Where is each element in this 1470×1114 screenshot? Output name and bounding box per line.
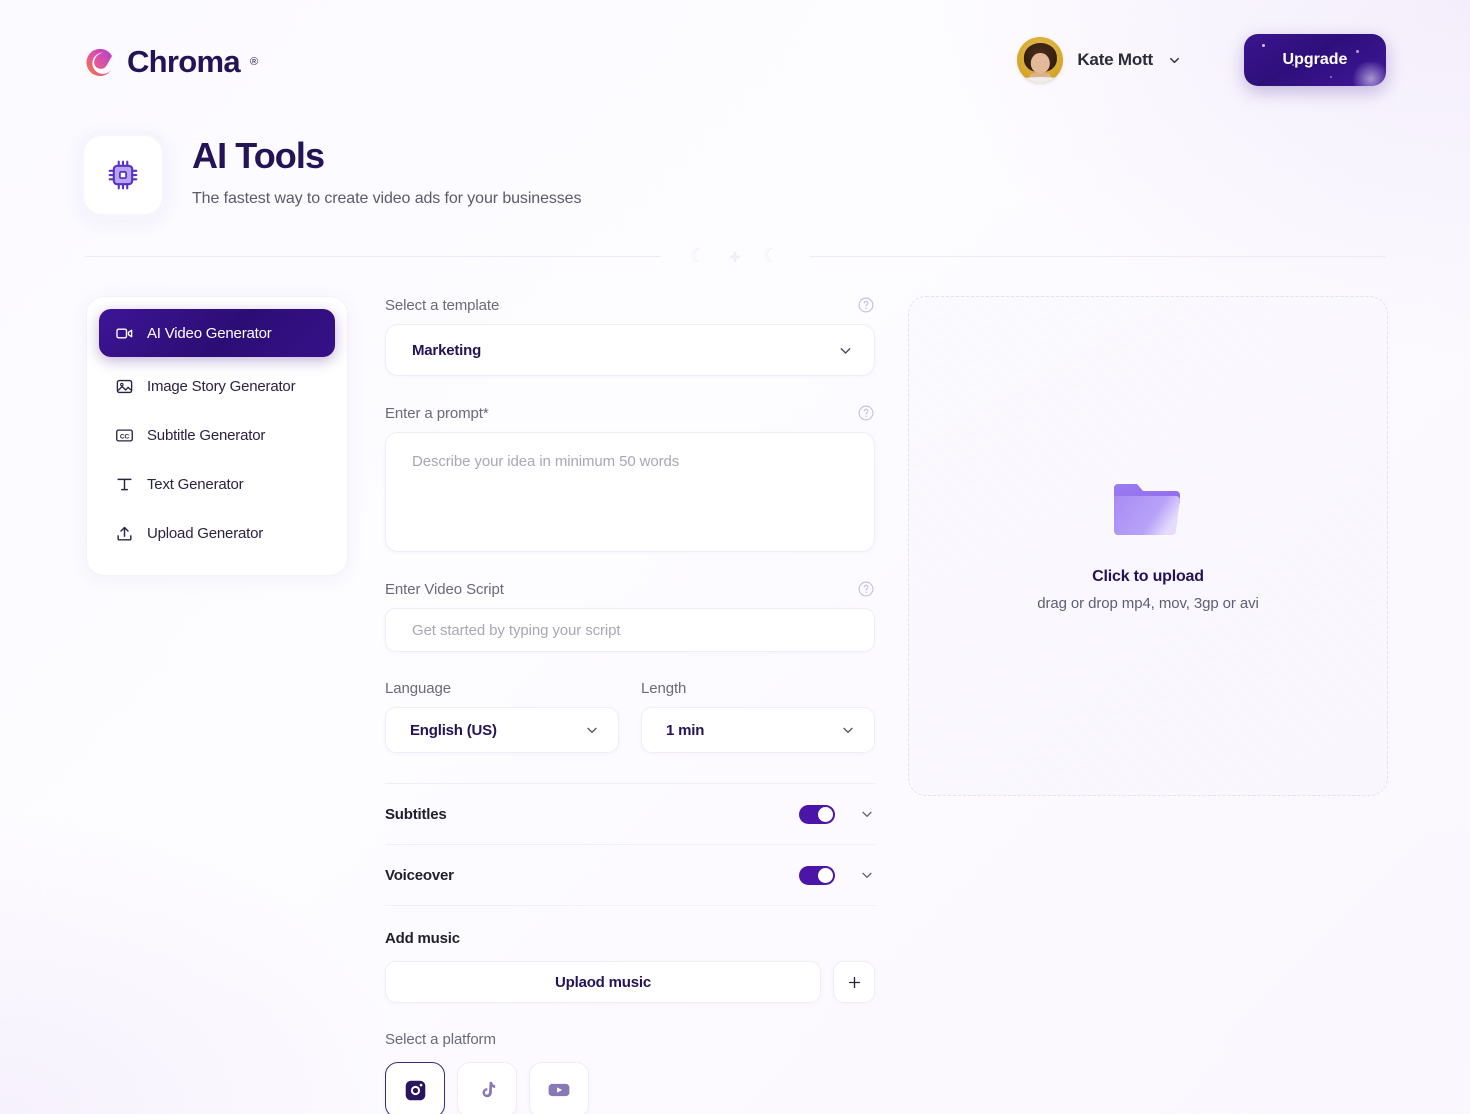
voiceover-label: Voiceover — [385, 866, 454, 884]
image-icon — [115, 377, 134, 396]
music-row: Uplaod music — [385, 961, 875, 1003]
brand-logo[interactable]: Chroma ® — [84, 40, 258, 80]
length-value: 1 min — [666, 721, 705, 739]
avatar — [1017, 37, 1064, 83]
upgrade-button[interactable]: Upgrade — [1244, 34, 1386, 86]
app-header: Chroma ® Kate Mott Upgrade — [0, 0, 1470, 120]
prompt-input[interactable]: Describe your idea in minimum 50 words — [385, 432, 875, 552]
template-label-row: Select a template — [385, 296, 875, 314]
tiktok-icon — [482, 1081, 495, 1097]
question-circle-icon[interactable] — [857, 296, 875, 314]
sidebar-item-label: Upload Generator — [147, 524, 264, 542]
upgrade-button-label: Upgrade — [1282, 51, 1348, 68]
language-length-row: Language English (US) Length 1 min — [385, 680, 875, 753]
script-label-row: Enter Video Script — [385, 580, 875, 598]
question-circle-icon[interactable] — [857, 404, 875, 422]
sidebar-item-label: AI Video Generator — [147, 324, 272, 342]
template-select[interactable]: Marketing — [385, 324, 875, 376]
divider-decoration: ☾ ✚ ☾ — [690, 246, 780, 267]
folder-icon — [1114, 484, 1180, 535]
tools-sidebar: AI Video Generator Image Story Generator… — [86, 296, 348, 576]
question-circle-icon[interactable] — [857, 580, 875, 598]
user-name: Kate Mott — [1077, 50, 1153, 69]
registered-mark: ® — [249, 56, 259, 68]
section-divider: ☾ ✚ ☾ — [84, 247, 1387, 266]
platform-option-youtube[interactable] — [529, 1062, 589, 1114]
platform-option-tiktok[interactable] — [457, 1062, 517, 1114]
dropzone-title: Click to upload — [1092, 568, 1204, 585]
length-select[interactable]: 1 min — [641, 707, 875, 753]
brand-name: Chroma — [127, 44, 241, 79]
instagram-icon — [405, 1080, 425, 1100]
page-header: AI Tools The fastest way to create video… — [78, 130, 581, 220]
closed-caption-icon: CC — [115, 426, 134, 445]
sidebar-item-ai-video-generator[interactable]: AI Video Generator — [99, 309, 335, 357]
sidebar-item-subtitle-generator[interactable]: CC Subtitle Generator — [99, 412, 335, 458]
chevron-down-icon[interactable] — [840, 722, 856, 738]
template-label: Select a template — [385, 296, 500, 314]
plus-icon — [848, 976, 860, 988]
chevron-down-icon[interactable] — [1167, 53, 1182, 68]
platform-options — [385, 1062, 875, 1114]
subtitles-label: Subtitles — [385, 805, 447, 823]
header-actions: Kate Mott Upgrade — [1017, 34, 1386, 86]
template-value: Marketing — [412, 341, 482, 359]
upload-music-button[interactable]: Uplaod music — [385, 961, 821, 1003]
music-label: Add music — [385, 930, 460, 947]
chevron-down-icon[interactable] — [859, 867, 875, 883]
length-label: Length — [641, 680, 687, 697]
language-select[interactable]: English (US) — [385, 707, 619, 753]
prompt-label-row: Enter a prompt* — [385, 404, 875, 422]
user-menu[interactable]: Kate Mott — [1017, 37, 1182, 83]
script-input[interactable]: Get started by typing your script — [385, 608, 875, 652]
chip-icon — [108, 160, 138, 190]
chroma-swirl-logo — [84, 45, 118, 79]
sidebar-item-label: Text Generator — [147, 475, 244, 493]
page-title: AI Tools — [192, 135, 325, 176]
svg-text:CC: CC — [120, 433, 130, 440]
subtitles-row: Subtitles — [385, 784, 875, 844]
generator-form: Select a template Marketing Enter a prom… — [385, 296, 875, 1114]
chevron-down-icon[interactable] — [859, 806, 875, 822]
sidebar-item-text-generator[interactable]: Text Generator — [99, 461, 335, 507]
sidebar-item-label: Subtitle Generator — [147, 426, 266, 444]
subtitles-toggle[interactable] — [799, 804, 835, 824]
youtube-icon — [548, 1083, 570, 1097]
sidebar-item-upload-generator[interactable]: Upload Generator — [99, 510, 335, 556]
page-subtitle: The fastest way to create video ads for … — [192, 189, 582, 207]
platform-label: Select a platform — [385, 1031, 496, 1048]
main-content: AI Video Generator Image Story Generator… — [0, 296, 1470, 1114]
page-icon-tile — [78, 130, 168, 220]
chevron-down-icon[interactable] — [837, 342, 854, 359]
text-t-icon — [115, 475, 134, 494]
video-upload-dropzone[interactable]: Click to upload drag or drop mp4, mov, 3… — [908, 296, 1388, 796]
voiceover-row: Voiceover — [385, 845, 875, 905]
language-value: English (US) — [410, 721, 497, 739]
video-camera-icon — [115, 324, 134, 343]
upload-arrow-icon — [115, 524, 134, 543]
voiceover-toggle[interactable] — [799, 865, 835, 885]
add-music-button[interactable] — [833, 961, 875, 1003]
prompt-label: Enter a prompt* — [385, 404, 489, 422]
sidebar-item-label: Image Story Generator — [147, 377, 296, 395]
chevron-down-icon[interactable] — [584, 722, 600, 738]
script-label: Enter Video Script — [385, 580, 504, 598]
dropzone-subtitle: drag or drop mp4, mov, 3gp or avi — [1037, 595, 1259, 612]
language-label: Language — [385, 680, 451, 697]
platform-option-instagram[interactable] — [385, 1062, 445, 1114]
sidebar-item-image-story-generator[interactable]: Image Story Generator — [99, 363, 335, 409]
